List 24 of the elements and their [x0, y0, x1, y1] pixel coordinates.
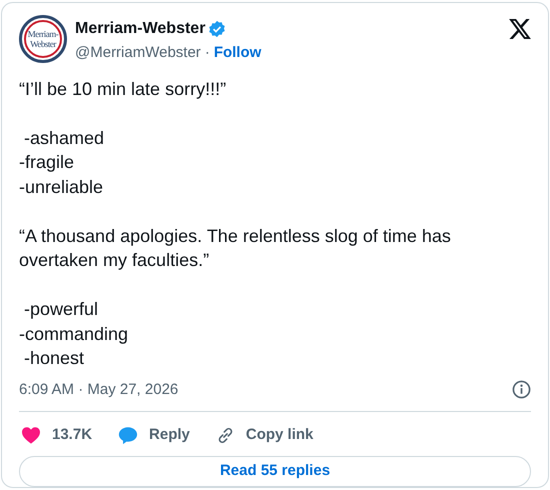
- tweet-text: -commanding: [19, 322, 130, 346]
- heart-icon: [21, 426, 41, 444]
- tweet-text: -ashamed: [23, 126, 106, 150]
- tweet-text: -fragile: [19, 151, 76, 174]
- author-name[interactable]: Merriam-Webster: [75, 17, 206, 41]
- tweet-text: -powerful: [23, 298, 100, 321]
- separator-dot: ·: [204, 43, 210, 63]
- read-replies-button[interactable]: Read 55 replies: [19, 456, 531, 486]
- avatar[interactable]: Merriam- Webster: [19, 15, 67, 63]
- reply-button[interactable]: Reply: [118, 424, 190, 446]
- logo-text: Webster: [30, 39, 56, 49]
- speech-bubble-icon: [118, 426, 138, 445]
- timestamp-link[interactable]: 6:09 AM · May 27, 2026: [19, 378, 178, 401]
- tweet-text: “A thousand apologies. The relentless slog of time has overtaken my faculties.”: [19, 224, 452, 272]
- follow-link[interactable]: Follow: [214, 42, 262, 64]
- x-logo-icon[interactable]: [509, 19, 531, 39]
- copy-link-button[interactable]: Copy link: [216, 424, 314, 446]
- logo-text: Merriam-: [28, 29, 58, 39]
- tweet-text: -unreliable: [19, 176, 104, 198]
- tweet-text: -honest: [23, 347, 86, 370]
- info-icon[interactable]: [512, 380, 531, 400]
- author-handle[interactable]: @MerriamWebster: [75, 42, 201, 64]
- tweet-text: “I’ll be 10 min late sorry!!!”: [19, 78, 228, 101]
- like-button[interactable]: 13.7K: [21, 424, 92, 446]
